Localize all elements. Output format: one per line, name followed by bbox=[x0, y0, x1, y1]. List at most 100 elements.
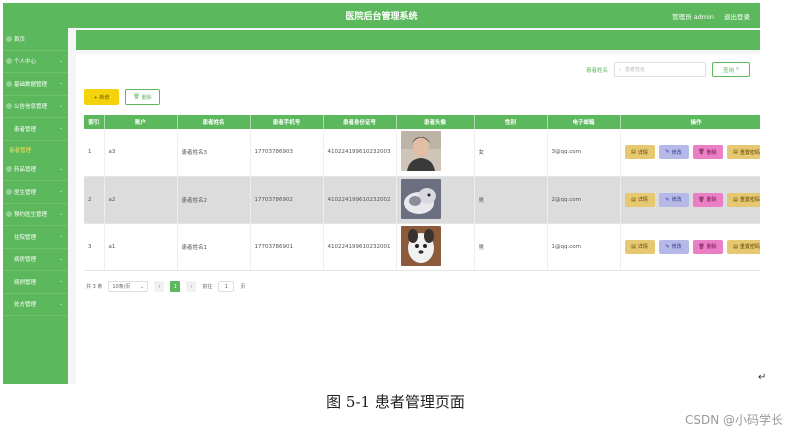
sidebar-item-medicine[interactable]: 药品管理 ⌄ bbox=[3, 159, 68, 181]
table-row[interactable]: 2 a2 患者姓名2 17703786902 41022419961023200… bbox=[84, 176, 760, 224]
patient-avatar-photo[interactable] bbox=[400, 225, 441, 266]
batch-delete-button[interactable]: 🗑 删除 bbox=[125, 89, 160, 105]
detail-label: 详情 bbox=[637, 244, 648, 250]
sidebar-item-label: 住院管理 bbox=[14, 234, 37, 241]
chevron-down-icon: ⌄ bbox=[58, 188, 63, 194]
sidebar-item-label: 病例管理 bbox=[14, 279, 37, 286]
sidebar-item-label: 基础数据管理 bbox=[14, 81, 48, 88]
cell-account: a2 bbox=[104, 176, 178, 224]
cell-idcard: 410224199610232003 bbox=[323, 129, 397, 177]
chevron-down-icon: ⌄ bbox=[58, 300, 63, 307]
table-row[interactable]: 1 a3 患者姓名3 17703786903 41022419961023200… bbox=[84, 129, 760, 177]
column-header-gender[interactable]: 性别 bbox=[474, 115, 548, 129]
sidebar-item-cases[interactable]: 病例管理 ⌄ bbox=[3, 271, 68, 294]
sidebar-item-label: 患者管理 bbox=[9, 147, 32, 154]
cell-email: 1@qq.com bbox=[547, 223, 621, 271]
sidebar-item-basic-data[interactable]: 基础数据管理 ⌄ bbox=[3, 73, 68, 96]
cell-account: a1 bbox=[104, 223, 178, 271]
delete-label: 删除 bbox=[706, 197, 717, 203]
delete-button[interactable]: 🗑 删除 bbox=[692, 192, 723, 207]
patient-table: 索引 账户 患者姓名 患者手机号 患者身份证号 患者头像 性别 电子邮箱 操作 bbox=[84, 115, 760, 271]
document-page: 医院后台管理系统 管理员 admin 退出登录 首页 个人中心 ⌄ 基础数据管理 ⌄… bbox=[0, 0, 791, 434]
column-header-name[interactable]: 患者姓名 bbox=[177, 115, 251, 129]
cell-name: 患者姓名2 bbox=[177, 176, 251, 224]
chevron-down-icon: ⌄ bbox=[58, 255, 63, 262]
trash-icon: 🗑 bbox=[698, 149, 705, 156]
chevron-down-icon: ⌄ bbox=[58, 233, 63, 239]
next-page-button[interactable]: › bbox=[186, 281, 197, 292]
user-icon bbox=[6, 58, 12, 65]
reset-password-label: 重置密码 bbox=[739, 244, 760, 250]
delete-button[interactable]: 🗑 删除 bbox=[692, 145, 723, 160]
sidebar-subitem-patient-management[interactable]: 患者管理 bbox=[3, 141, 68, 159]
sidebar-item-doctors[interactable]: 医生管理 ⌄ bbox=[3, 181, 68, 204]
total-count: 共 3 条 bbox=[86, 284, 103, 290]
reset-password-button[interactable]: ▤ 重置密码 bbox=[726, 192, 760, 207]
home-icon bbox=[6, 35, 12, 42]
current-user: 管理员 admin bbox=[672, 13, 714, 21]
page-size-select[interactable]: 10条/页 ⌄ bbox=[108, 281, 149, 292]
edit-label: 修改 bbox=[671, 244, 682, 250]
sidebar-item-home[interactable]: 首页 bbox=[3, 28, 68, 51]
patient-avatar-photo[interactable] bbox=[400, 178, 441, 219]
sidebar-item-label: 首页 bbox=[14, 36, 26, 43]
sidebar-item-hospitalization[interactable]: 住院管理 ⌄ bbox=[3, 226, 68, 249]
patient-avatar-photo[interactable] bbox=[400, 131, 441, 172]
delete-button[interactable]: 🗑 删除 bbox=[692, 239, 723, 254]
column-header-account[interactable]: 账户 bbox=[104, 115, 178, 129]
cell-phone: 17703786903 bbox=[250, 129, 324, 177]
sidebar-item-wards[interactable]: 病房管理 ⌄ bbox=[3, 249, 68, 271]
cell-email: 2@qq.com bbox=[547, 176, 621, 224]
column-header-actions[interactable]: 操作 bbox=[620, 115, 760, 129]
chevron-down-icon: ⌄ bbox=[58, 80, 63, 86]
goto-page-input[interactable]: 1 bbox=[218, 281, 235, 292]
search-icon: ⌕ bbox=[735, 66, 740, 72]
sidebar-item-patients[interactable]: 患者管理 ⌄ bbox=[3, 118, 68, 141]
detail-button[interactable]: ▤ 详情 bbox=[624, 192, 655, 207]
table-row[interactable]: 3 a1 患者姓名1 17703786901 41022419961023200… bbox=[84, 223, 760, 271]
logout-link[interactable]: 退出登录 bbox=[724, 11, 750, 21]
cell-avatar bbox=[396, 129, 475, 177]
detail-button[interactable]: ▤ 详情 bbox=[624, 239, 655, 254]
search-button[interactable]: 查询 ⌕ bbox=[712, 62, 750, 77]
sidebar-item-label: 医生管理 bbox=[14, 189, 37, 196]
detail-icon: ▤ bbox=[631, 243, 636, 250]
page-number-button[interactable]: 1 bbox=[170, 281, 181, 292]
reset-icon: ▤ bbox=[733, 196, 738, 203]
calendar-icon bbox=[6, 211, 12, 218]
search-bar: 患者姓名 ⌕ 患者姓名 查询 ⌕ bbox=[586, 62, 750, 77]
edit-button[interactable]: ✎ 修改 bbox=[658, 239, 689, 254]
sidebar-item-personal-center[interactable]: 个人中心 ⌄ bbox=[3, 51, 68, 73]
search-icon: ⌕ bbox=[619, 66, 622, 73]
edit-button[interactable]: ✎ 修改 bbox=[658, 145, 689, 160]
reset-password-button[interactable]: ▤ 重置密码 bbox=[726, 145, 760, 160]
reset-icon: ▤ bbox=[733, 243, 738, 250]
system-title: 医院后台管理系统 bbox=[345, 12, 418, 22]
column-header-idcard[interactable]: 患者身份证号 bbox=[323, 115, 397, 129]
sidebar-item-announcements[interactable]: 公告信息管理 ⌄ bbox=[3, 96, 68, 118]
sidebar-item-label: 药品管理 bbox=[14, 167, 37, 174]
column-header-phone[interactable]: 患者手机号 bbox=[250, 115, 324, 129]
sidebar-item-prescriptions[interactable]: 处方管理 ⌄ bbox=[3, 294, 68, 316]
cell-phone: 17703786901 bbox=[250, 223, 324, 271]
edit-label: 修改 bbox=[671, 149, 682, 156]
reset-password-button[interactable]: ▤ 重置密码 bbox=[726, 239, 760, 254]
edit-label: 修改 bbox=[671, 197, 682, 203]
add-button[interactable]: + 新增 bbox=[84, 89, 119, 105]
pencil-icon: ✎ bbox=[665, 149, 670, 156]
chevron-down-icon: ⌄ bbox=[58, 125, 63, 131]
detail-label: 详情 bbox=[637, 197, 648, 203]
sidebar-item-appointments[interactable]: 预约医生管理 ⌄ bbox=[3, 204, 68, 226]
column-header-index[interactable]: 索引 bbox=[84, 115, 105, 129]
sidebar-item-label: 病房管理 bbox=[14, 257, 37, 264]
edit-button[interactable]: ✎ 修改 bbox=[658, 192, 689, 207]
column-header-avatar[interactable]: 患者头像 bbox=[396, 115, 475, 129]
cell-actions: ▤ 详情 ✎ 修改 🗑 删除 ▤ 重置密码 bbox=[620, 129, 760, 177]
cell-actions: ▤ 详情 ✎ 修改 🗑 删除 ▤ 重置密码 bbox=[620, 176, 760, 224]
figure-caption: 图 5-1 患者管理页面 bbox=[326, 393, 465, 411]
column-header-email[interactable]: 电子邮箱 bbox=[547, 115, 621, 129]
action-toolbar: + 新增 🗑 删除 bbox=[84, 89, 160, 105]
detail-button[interactable]: ▤ 详情 bbox=[624, 145, 655, 160]
prev-page-button[interactable]: ‹ bbox=[154, 281, 165, 292]
search-input[interactable]: ⌕ 患者姓名 bbox=[614, 62, 706, 77]
